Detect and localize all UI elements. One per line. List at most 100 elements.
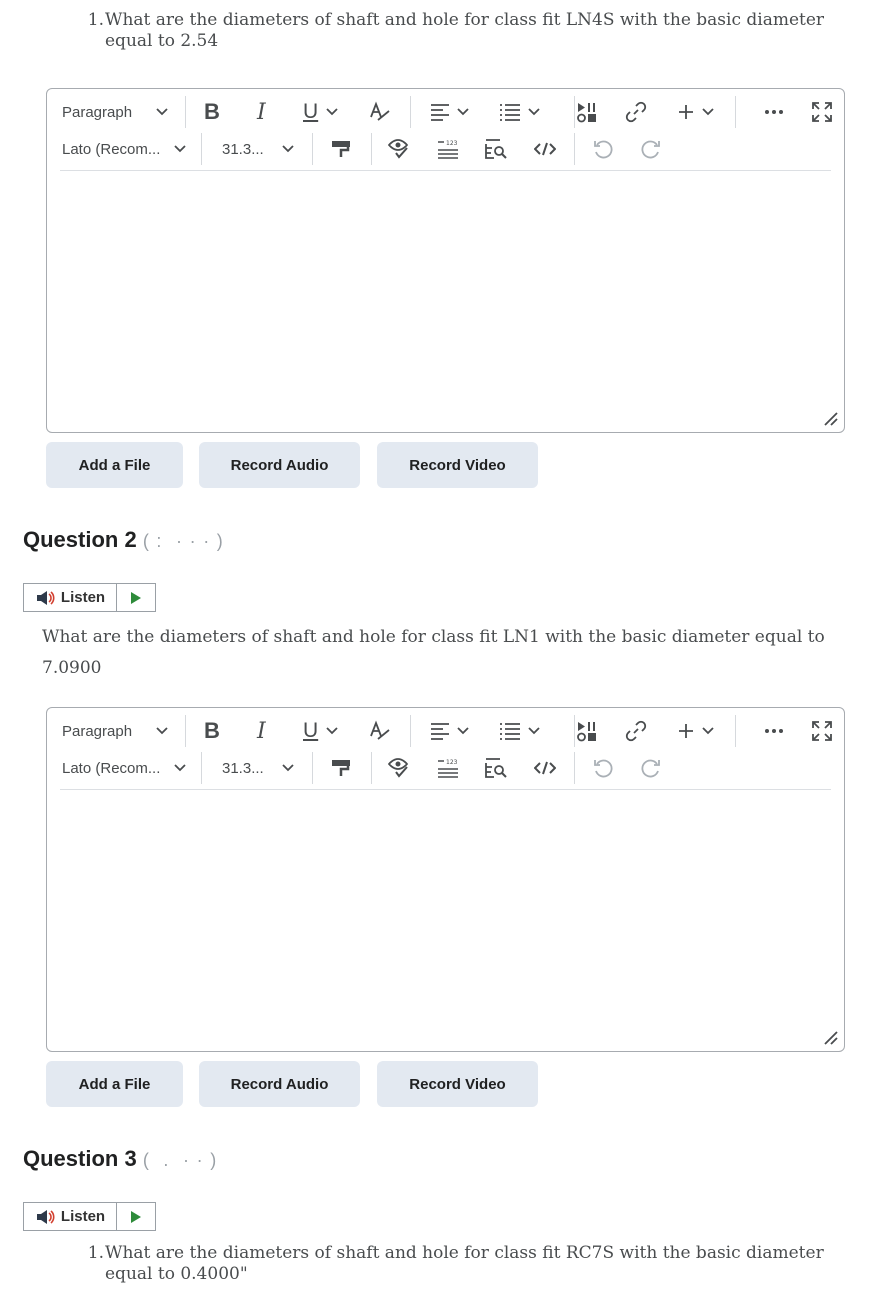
fullscreen-button[interactable] <box>812 94 832 130</box>
spellcheck-icon <box>370 101 390 121</box>
underline-icon: U <box>303 719 319 742</box>
list-number: 1. <box>87 10 104 30</box>
spellcheck-button[interactable] <box>369 94 391 130</box>
redo-icon <box>641 140 660 159</box>
editor-toolbar-row-2: Lato (Recom... 31.3... 123 <box>47 750 844 786</box>
source-code-button[interactable] <box>534 750 556 786</box>
source-code-button[interactable] <box>534 131 556 167</box>
listen-button[interactable]: Listen <box>24 584 117 611</box>
insert-media-button[interactable] <box>576 713 598 749</box>
italic-icon: I <box>257 99 266 125</box>
chevron-down-icon <box>702 727 714 735</box>
question-text-line: 7.0900 <box>42 658 102 678</box>
link-icon <box>625 720 647 742</box>
bold-button[interactable]: B <box>204 94 220 130</box>
editor-content-area[interactable] <box>47 790 844 1051</box>
insert-plus-icon <box>679 105 693 119</box>
record-video-button[interactable]: Record Video <box>377 1061 538 1107</box>
add-file-button[interactable]: Add a File <box>46 1061 183 1107</box>
more-options-icon <box>765 110 783 114</box>
more-options-button[interactable] <box>764 94 784 130</box>
question-text-line: equal to 0.4000" <box>105 1264 248 1284</box>
font-family-select[interactable]: Lato (Recom... <box>62 750 187 786</box>
insert-menu-button[interactable] <box>678 94 714 130</box>
bold-button[interactable]: B <box>204 713 220 749</box>
record-video-button[interactable]: Record Video <box>377 442 538 488</box>
font-family-select[interactable]: Lato (Recom... <box>62 131 187 167</box>
align-button[interactable] <box>430 94 469 130</box>
speaker-icon <box>36 590 55 605</box>
underline-button[interactable]: U <box>303 94 338 130</box>
fullscreen-icon <box>812 721 832 741</box>
bold-icon: B <box>204 718 220 743</box>
preview-button[interactable] <box>485 131 507 167</box>
redo-button[interactable] <box>641 131 661 167</box>
media-icon <box>577 722 596 742</box>
insert-menu-button[interactable] <box>678 713 714 749</box>
underline-button[interactable]: U <box>303 713 338 749</box>
list-button[interactable] <box>499 713 540 749</box>
question-text-line: What are the diameters of shaft and hole… <box>105 10 825 30</box>
align-button[interactable] <box>430 713 469 749</box>
record-audio-button[interactable]: Record Audio <box>199 442 360 488</box>
listen-widget-q3: Listen <box>23 1202 156 1231</box>
word-count-button[interactable]: 123 <box>437 750 459 786</box>
align-left-icon <box>431 723 449 740</box>
block-format-select[interactable]: Paragraph <box>62 94 168 130</box>
list-icon <box>500 104 520 121</box>
question-heading-text: Question 2 <box>23 527 137 552</box>
format-painter-icon <box>332 760 350 776</box>
italic-button[interactable]: I <box>257 713 266 749</box>
underline-icon: U <box>303 100 319 123</box>
fullscreen-button[interactable] <box>812 713 832 749</box>
word-count-button[interactable]: 123 <box>437 131 459 167</box>
font-size-select[interactable]: 31.3... <box>222 750 294 786</box>
insert-plus-icon <box>679 724 693 738</box>
preview-icon <box>485 139 507 159</box>
block-format-select[interactable]: Paragraph <box>62 713 168 749</box>
chevron-down-icon <box>528 108 540 116</box>
undo-button[interactable] <box>593 131 613 167</box>
chevron-down-icon <box>326 108 338 116</box>
more-options-button[interactable] <box>764 713 784 749</box>
question-2-heading: Question 2 ( : · · · ) <box>23 527 225 553</box>
play-button[interactable] <box>117 1203 155 1230</box>
italic-button[interactable]: I <box>257 94 266 130</box>
undo-icon <box>594 140 613 159</box>
add-file-button[interactable]: Add a File <box>46 442 183 488</box>
question-text-line: What are the diameters of shaft and hole… <box>105 1243 824 1263</box>
record-audio-button[interactable]: Record Audio <box>199 1061 360 1107</box>
redo-button[interactable] <box>641 750 661 786</box>
listen-label: Listen <box>60 1208 106 1225</box>
play-button[interactable] <box>117 584 155 611</box>
editor-content-area[interactable] <box>47 171 844 432</box>
format-painter-button[interactable] <box>331 750 351 786</box>
preview-icon <box>485 758 507 778</box>
listen-button[interactable]: Listen <box>24 1203 117 1230</box>
svg-text:123: 123 <box>446 140 458 147</box>
insert-link-button[interactable] <box>625 713 647 749</box>
chevron-down-icon <box>528 727 540 735</box>
preview-button[interactable] <box>485 750 507 786</box>
editor-toolbar-row-2: Lato (Recom... 31.3... 123 <box>47 131 844 167</box>
chevron-down-icon <box>174 145 187 153</box>
more-options-icon <box>765 729 783 733</box>
format-painter-button[interactable] <box>331 131 351 167</box>
accessibility-check-button[interactable] <box>388 131 410 167</box>
resize-grip-icon[interactable] <box>822 410 838 426</box>
spellcheck-button[interactable] <box>369 713 391 749</box>
align-left-icon <box>431 104 449 121</box>
italic-icon: I <box>257 718 266 744</box>
list-number: 1. <box>87 1243 104 1263</box>
question-heading-text: Question 3 <box>23 1146 137 1171</box>
resize-grip-icon[interactable] <box>822 1029 838 1045</box>
insert-media-button[interactable] <box>576 94 598 130</box>
insert-link-button[interactable] <box>625 94 647 130</box>
undo-button[interactable] <box>593 750 613 786</box>
chevron-down-icon <box>326 727 338 735</box>
font-size-select[interactable]: 31.3... <box>222 131 294 167</box>
chevron-down-icon <box>457 108 469 116</box>
accessibility-check-icon <box>388 758 409 778</box>
accessibility-check-button[interactable] <box>388 750 410 786</box>
list-button[interactable] <box>499 94 540 130</box>
